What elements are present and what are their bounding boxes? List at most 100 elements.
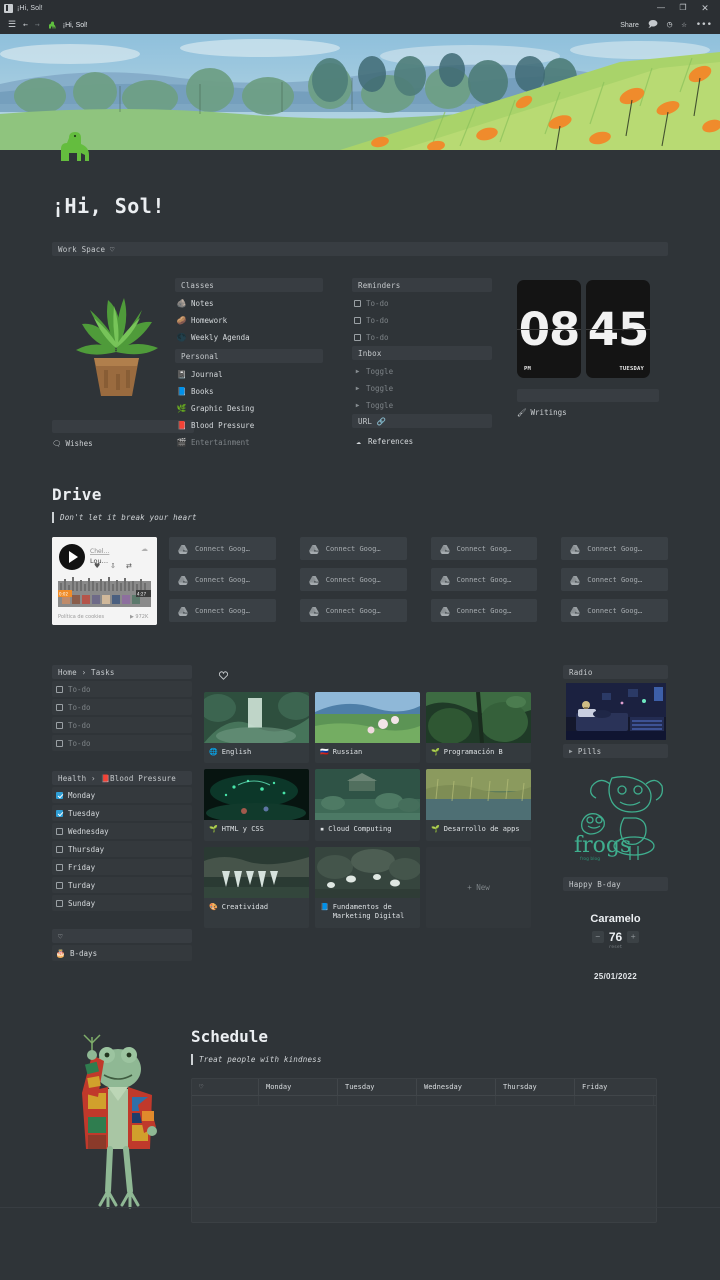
connect-google-drive-card[interactable]: Connect Goog… bbox=[299, 537, 407, 560]
bdays-row[interactable]: 🎂 B-days bbox=[52, 945, 192, 961]
chevron-right-icon[interactable]: ▶ bbox=[354, 368, 361, 375]
happy-bday-bar[interactable]: Happy B-day bbox=[563, 877, 668, 891]
connect-google-drive-card[interactable]: Connect Goog… bbox=[169, 568, 276, 591]
close-button[interactable]: ✕ bbox=[694, 0, 716, 16]
share-button[interactable]: Share bbox=[620, 22, 639, 29]
list-item-homework[interactable]: 🥔 Homework bbox=[175, 312, 352, 329]
list-item-graphic-desing[interactable]: 🌿 Graphic Desing bbox=[175, 400, 352, 417]
checkbox[interactable] bbox=[56, 739, 63, 747]
breadcrumb[interactable]: ¡Hi, Sol! bbox=[63, 22, 88, 29]
inbox-header[interactable]: Inbox bbox=[352, 346, 492, 360]
chevron-right-icon[interactable]: ▶ bbox=[354, 385, 361, 392]
list-item-weekly-agenda[interactable]: 🌑 Weekly Agenda bbox=[175, 329, 352, 346]
checkbox[interactable] bbox=[56, 791, 63, 799]
comment-icon[interactable]: 🗩 bbox=[648, 20, 658, 30]
health-day-row[interactable]: Monday bbox=[52, 787, 192, 803]
checkbox[interactable] bbox=[56, 899, 63, 907]
back-arrow-icon[interactable]: ← bbox=[23, 21, 28, 29]
maximize-button[interactable]: ❐ bbox=[672, 0, 694, 16]
pills-toggle[interactable]: ▶ Pills bbox=[563, 744, 668, 758]
list-item-books[interactable]: 📘 Books bbox=[175, 383, 352, 400]
hamburger-menu-icon[interactable]: ☰ bbox=[8, 20, 16, 30]
bdays-header[interactable]: ♡ bbox=[52, 929, 192, 943]
todo-item[interactable]: To-do bbox=[352, 312, 492, 329]
connect-google-drive-card[interactable]: Connect Goog… bbox=[169, 537, 276, 560]
list-item-journal[interactable]: 📓 Journal bbox=[175, 366, 352, 383]
personal-header[interactable]: Personal bbox=[175, 349, 323, 363]
checkbox[interactable] bbox=[56, 863, 63, 871]
checkbox[interactable] bbox=[56, 809, 63, 817]
course-card-html-css[interactable]: 🌱 HTML y CSS bbox=[204, 769, 309, 841]
list-item-blood-pressure[interactable]: 📕 Blood Pressure bbox=[175, 417, 352, 434]
page-dinosaur-icon[interactable] bbox=[52, 130, 94, 162]
chevron-right-icon[interactable]: ▶ bbox=[569, 748, 573, 755]
course-card-creatividad[interactable]: 🎨 Creatividad bbox=[204, 846, 309, 928]
more-options-icon[interactable]: ••• bbox=[696, 20, 712, 30]
column-header-wednesday[interactable]: Wednesday bbox=[417, 1079, 496, 1095]
checkbox[interactable] bbox=[56, 685, 63, 693]
health-day-row[interactable]: Wednesday bbox=[52, 823, 192, 839]
connect-google-drive-card[interactable]: Connect Goog… bbox=[299, 568, 407, 591]
checkbox[interactable] bbox=[56, 703, 63, 711]
references-row[interactable]: ☁ References bbox=[352, 433, 492, 450]
connect-google-drive-card[interactable]: Connect Goog… bbox=[169, 599, 276, 622]
wishes-placeholder-bar[interactable] bbox=[52, 420, 194, 433]
course-card-english[interactable]: 🌐 English bbox=[204, 692, 309, 764]
task-item[interactable]: To-do bbox=[52, 717, 192, 733]
todo-item[interactable]: To-do bbox=[352, 329, 492, 346]
star-icon[interactable]: ☆ bbox=[681, 20, 686, 30]
checkbox[interactable] bbox=[56, 845, 63, 853]
todo-item[interactable]: To-do bbox=[352, 295, 492, 312]
health-header[interactable]: Health › 📕Blood Pressure bbox=[52, 771, 192, 785]
chevron-right-icon[interactable]: ▶ bbox=[354, 402, 361, 409]
decrement-button[interactable]: − bbox=[591, 931, 604, 943]
reminders-header[interactable]: Reminders bbox=[352, 278, 492, 292]
workspace-bar[interactable]: Work Space ♡ bbox=[52, 242, 668, 256]
soundcloud-player[interactable]: Chel… Lou… ☁ ♥ ⇩ ⇄ 0:02 4:27 Política de… bbox=[52, 537, 157, 625]
connect-google-drive-card[interactable]: Connect Goog… bbox=[430, 599, 538, 622]
column-header-tuesday[interactable]: Tuesday bbox=[338, 1079, 417, 1095]
column-header-icon[interactable]: ♡ bbox=[192, 1079, 259, 1095]
course-card-marketing-digital[interactable]: 📘 Fundamentos de Marketing Digital bbox=[315, 846, 420, 928]
lofi-bedroom-image[interactable] bbox=[566, 683, 666, 740]
wishes-row[interactable]: 🗨 Wishes bbox=[52, 439, 175, 448]
list-item-entertainment[interactable]: 🎬 Entertainment bbox=[175, 434, 352, 451]
health-day-row[interactable]: Friday bbox=[52, 859, 192, 875]
new-card-button[interactable]: + New bbox=[426, 846, 531, 928]
connect-google-drive-card[interactable]: Connect Goog… bbox=[561, 537, 668, 560]
minimize-button[interactable]: — bbox=[650, 0, 672, 16]
health-day-row[interactable]: Sunday bbox=[52, 895, 192, 911]
course-card-desarrollo-de-apps[interactable]: 🌱 Desarrollo de apps bbox=[426, 769, 531, 841]
url-bar[interactable]: URL 🔗 bbox=[352, 414, 492, 428]
classes-header[interactable]: Classes bbox=[175, 278, 323, 292]
connect-google-drive-card[interactable]: Connect Goog… bbox=[561, 599, 668, 622]
writings-row[interactable]: 🖌 Writings bbox=[517, 408, 668, 417]
connect-google-drive-card[interactable]: Connect Goog… bbox=[430, 568, 538, 591]
tasks-header[interactable]: Home › Tasks bbox=[52, 665, 192, 679]
connect-google-drive-card[interactable]: Connect Goog… bbox=[299, 599, 407, 622]
task-item[interactable]: To-do bbox=[52, 735, 192, 751]
column-header-friday[interactable]: Friday bbox=[575, 1079, 654, 1095]
health-day-row[interactable]: Tuesday bbox=[52, 805, 192, 821]
schedule-table[interactable]: ♡ Monday Tuesday Wednesday Thursday Frid… bbox=[191, 1078, 657, 1223]
increment-button[interactable]: + bbox=[627, 931, 640, 943]
toggle-item[interactable]: ▶ Toggle bbox=[352, 380, 492, 397]
writings-placeholder-bar[interactable] bbox=[517, 389, 659, 402]
checkbox[interactable] bbox=[56, 721, 63, 729]
course-card-russian[interactable]: 🇷🇺 Russian bbox=[315, 692, 420, 764]
task-item[interactable]: To-do bbox=[52, 699, 192, 715]
forward-arrow-icon[interactable]: → bbox=[35, 21, 40, 29]
connect-google-drive-card[interactable]: Connect Goog… bbox=[430, 537, 538, 560]
connect-google-drive-card[interactable]: Connect Goog… bbox=[561, 568, 668, 591]
toggle-item[interactable]: ▶ Toggle bbox=[352, 363, 492, 380]
checkbox[interactable] bbox=[354, 300, 361, 307]
checkbox[interactable] bbox=[354, 334, 361, 341]
checkbox[interactable] bbox=[354, 317, 361, 324]
course-card-programacion-b[interactable]: 🌱 Programación B bbox=[426, 692, 531, 764]
task-item[interactable]: To-do bbox=[52, 681, 192, 697]
list-item-notes[interactable]: 🪨 Notes bbox=[175, 295, 352, 312]
checkbox[interactable] bbox=[56, 881, 63, 889]
checkbox[interactable] bbox=[56, 827, 63, 835]
health-day-row[interactable]: Turday bbox=[52, 877, 192, 893]
table-row[interactable] bbox=[192, 1096, 656, 1106]
